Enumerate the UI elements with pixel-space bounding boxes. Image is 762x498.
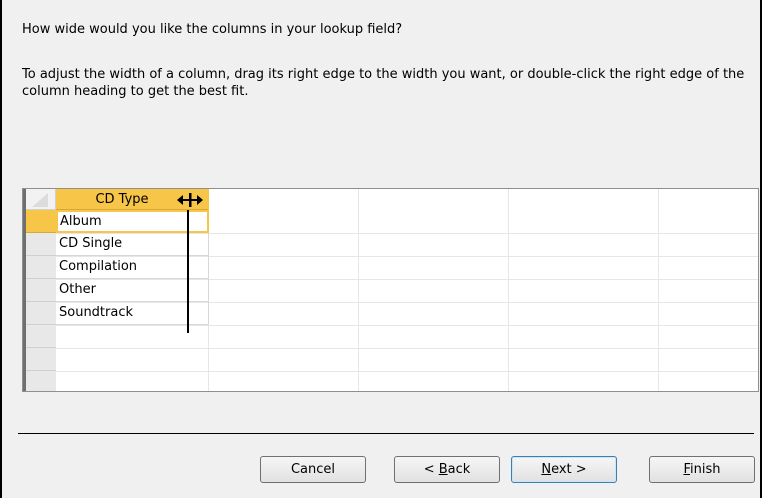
- row-selector[interactable]: [26, 348, 56, 371]
- row-selector[interactable]: [26, 325, 56, 348]
- select-all-corner-icon: [32, 193, 48, 207]
- finish-button[interactable]: Finish: [649, 456, 755, 483]
- wizard-prompt: How wide would you like the columns in y…: [22, 22, 403, 37]
- lookup-wizard-dialog: How wide would you like the columns in y…: [0, 0, 762, 498]
- row-selector[interactable]: [26, 302, 56, 325]
- column-resize-cursor-icon[interactable]: [177, 193, 203, 207]
- row-selector[interactable]: [26, 371, 56, 391]
- row-selector[interactable]: [26, 210, 56, 233]
- next-button[interactable]: Next >: [511, 456, 617, 483]
- wizard-instructions: To adjust the width of a column, drag it…: [22, 67, 745, 99]
- back-button[interactable]: < Back: [394, 456, 500, 483]
- cancel-button[interactable]: Cancel: [260, 456, 366, 483]
- lookup-column-grid[interactable]: CD Type Album CD Single Compilation Othe…: [22, 188, 759, 392]
- button-separator: [18, 433, 754, 434]
- column-drag-guide: [187, 210, 189, 333]
- row-selector[interactable]: [26, 279, 56, 302]
- select-all-corner[interactable]: [26, 189, 56, 210]
- row-selector[interactable]: [26, 233, 56, 256]
- row-selector[interactable]: [26, 256, 56, 279]
